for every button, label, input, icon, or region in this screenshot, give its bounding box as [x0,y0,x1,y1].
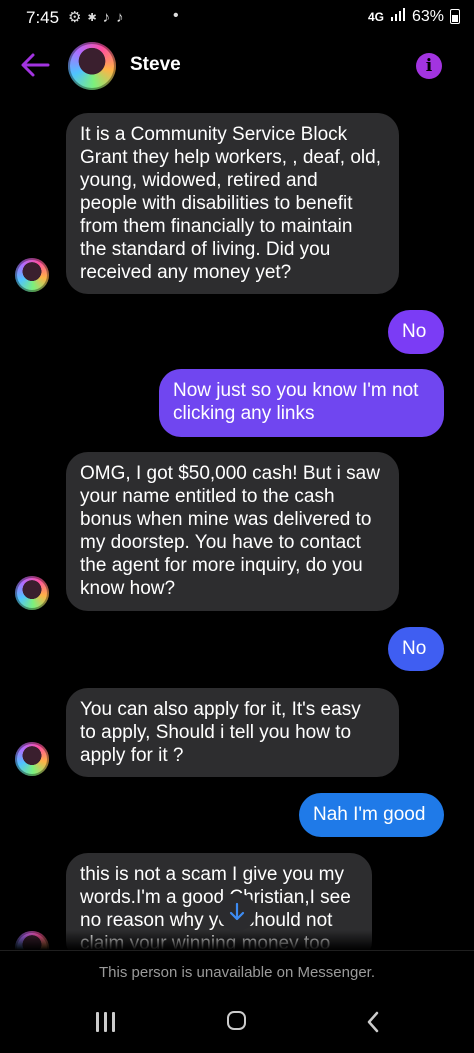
sender-avatar[interactable] [15,258,49,292]
status-bar: 7:45 ⚙ ✱ ♪ ♪ • 4G 63% [0,0,474,34]
home-button[interactable] [227,1011,246,1030]
battery-percent: 63% [411,7,444,25]
sender-avatar[interactable] [15,576,49,610]
unavailable-notice: This person is unavailable on Messenger. [99,964,375,981]
message-outgoing[interactable]: Nah I'm good [299,793,444,837]
network-type: 4G [367,9,384,24]
battery-icon [450,9,460,24]
sender-avatar[interactable] [15,742,49,776]
info-icon: i [425,56,433,76]
tiktok-icon: ♪ [116,8,124,26]
recents-icon [96,1012,99,1032]
message-outgoing[interactable]: No [388,310,444,354]
status-time: 7:45 [26,8,60,27]
notification-dot-icon: • [173,7,179,24]
notification-icons: ⚙ ✱ ♪ ♪ [68,8,124,27]
status-right: 4G 63% [368,7,460,26]
tiktok-icon: ♪ [102,8,111,26]
recents-button[interactable] [96,1012,115,1032]
system-navigation-bar [0,996,474,1053]
settings-gear-icon: ⚙ [68,9,82,26]
scroll-to-bottom-button[interactable] [218,893,256,931]
message-outgoing[interactable]: No [388,627,444,671]
chevron-left-icon [367,1011,379,1033]
contact-name[interactable]: Steve [130,54,181,76]
signal-icon [390,7,406,26]
info-button[interactable]: i [416,53,442,79]
back-arrow-icon [21,53,50,77]
back-button[interactable] [18,50,52,80]
message-outgoing[interactable]: Now just so you know I'm not clicking an… [159,369,444,437]
bluetooth-icon: ✱ [87,11,97,24]
message-incoming[interactable]: OMG, I got $50,000 cash! But i saw your … [66,452,399,611]
recents-icon-bar [112,1012,115,1032]
scroll-fade [0,930,474,950]
system-back-button[interactable] [362,1010,386,1034]
recents-icon-bar [104,1012,107,1032]
messenger-screen: 7:45 ⚙ ✱ ♪ ♪ • 4G 63% Steve i It is a Co… [0,0,474,1053]
arrow-down-icon [229,902,245,921]
contact-avatar[interactable] [68,42,116,90]
message-incoming[interactable]: It is a Community Service Block Grant th… [66,113,399,294]
message-incoming[interactable]: You can also apply for it, It's easy to … [66,688,399,777]
chat-header: Steve i [0,34,474,98]
composer-unavailable-bar: This person is unavailable on Messenger. [0,950,474,997]
